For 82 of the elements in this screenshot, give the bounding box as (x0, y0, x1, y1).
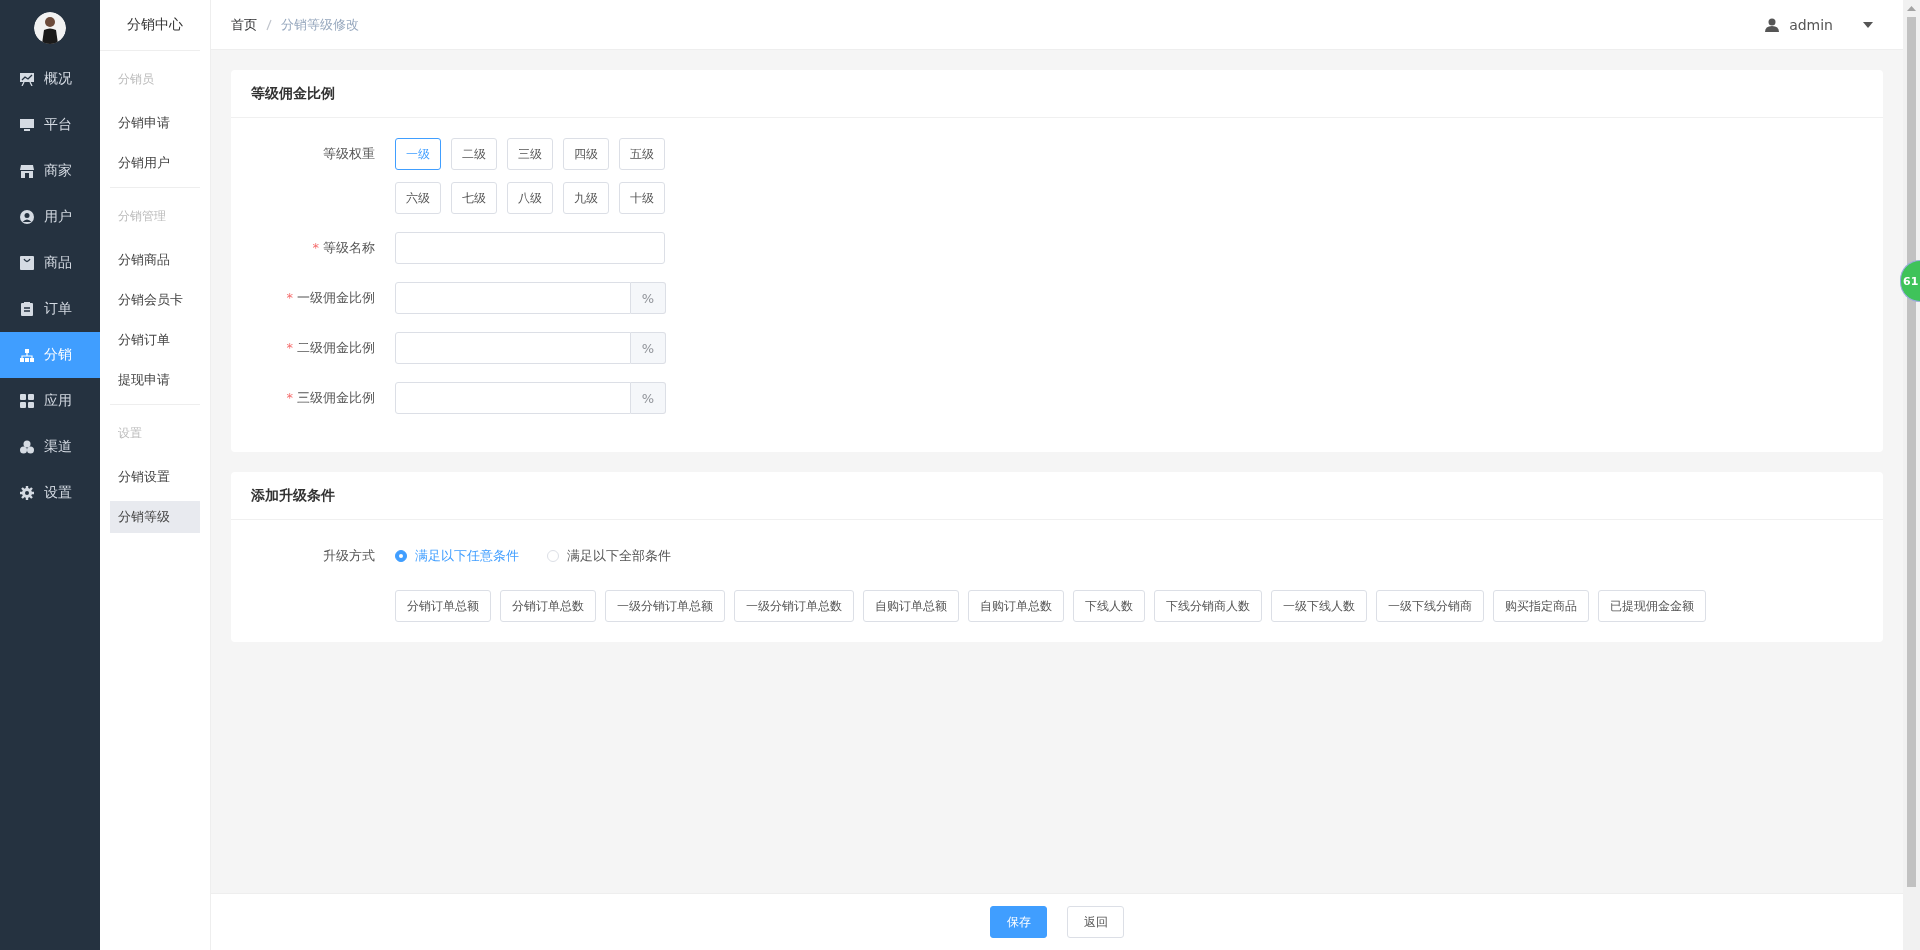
condition-button[interactable]: 分销订单总额 (395, 590, 491, 622)
breadcrumb-separator (266, 18, 272, 31)
condition-button[interactable]: 下线分销商人数 (1154, 590, 1262, 622)
required-mark: * (312, 240, 319, 255)
input-field[interactable] (395, 332, 631, 364)
condition-button[interactable]: 一级下线人数 (1271, 590, 1367, 622)
breadcrumb-item[interactable]: 首页 (231, 15, 257, 34)
submenu-item[interactable]: 分销等级 (110, 501, 200, 533)
form-label: 等级名称 (323, 240, 375, 255)
nav-item[interactable]: 渠道 (0, 424, 100, 470)
unit-suffix: % (631, 382, 666, 414)
group-title: 分销员 (117, 70, 155, 88)
submenu-item[interactable]: 分销订单 (110, 324, 200, 356)
nav-item[interactable]: 平台 (0, 102, 100, 148)
hierarchy-icon (20, 348, 34, 362)
group-title: 设置 (117, 424, 143, 442)
submenu-item[interactable]: 提现申请 (110, 364, 200, 396)
nav-item[interactable]: 商品 (0, 240, 100, 286)
submenu-item[interactable]: 分销商品 (110, 244, 200, 276)
condition-button[interactable]: 自购订单总额 (863, 590, 959, 622)
level-button[interactable]: 三级 (507, 138, 553, 170)
group-title: 分销管理 (117, 207, 167, 225)
clipboard-icon (20, 302, 34, 316)
level-button[interactable]: 五级 (619, 138, 665, 170)
settings-icon (20, 486, 34, 500)
condition-button[interactable]: 一级分销订单总额 (605, 590, 725, 622)
form-label: 三级佣金比例 (297, 390, 375, 405)
back-button[interactable]: 返回 (1067, 906, 1124, 938)
form-label: 升级方式 (322, 547, 376, 565)
level-button[interactable]: 七级 (451, 182, 497, 214)
nav-item[interactable]: 概况 (0, 56, 100, 102)
circles-icon (20, 440, 34, 454)
submenu-item[interactable]: 分销会员卡 (110, 284, 200, 316)
required-mark: * (286, 340, 293, 355)
condition-button[interactable]: 下线人数 (1073, 590, 1145, 622)
submenu-item[interactable]: 分销用户 (110, 147, 200, 179)
scrollbar[interactable] (1903, 0, 1920, 950)
chart-board-icon (20, 72, 34, 86)
nav-item[interactable]: 订单 (0, 286, 100, 332)
unit-suffix: % (631, 282, 666, 314)
form-label: 等级权重 (322, 145, 376, 163)
monitor-icon (20, 118, 34, 132)
card-title: 等级佣金比例 (231, 70, 1883, 118)
condition-button[interactable]: 已提现佣金金额 (1598, 590, 1706, 622)
input-field[interactable] (395, 232, 665, 264)
avatar-icon (34, 12, 66, 44)
nav-item[interactable]: 用户 (0, 194, 100, 240)
nav-item[interactable]: 商家 (0, 148, 100, 194)
bag-icon (20, 256, 34, 270)
submenu-item[interactable]: 分销申请 (110, 107, 200, 139)
form-label: 二级佣金比例 (297, 340, 375, 355)
required-mark: * (286, 290, 293, 305)
condition-button[interactable]: 购买指定商品 (1493, 590, 1589, 622)
input-field[interactable] (395, 382, 631, 414)
condition-button[interactable]: 一级下线分销商 (1376, 590, 1484, 622)
condition-button[interactable]: 一级分销订单总数 (734, 590, 854, 622)
level-button[interactable]: 八级 (507, 182, 553, 214)
nav-item[interactable]: 设置 (0, 470, 100, 516)
radio-option[interactable]: 满足以下全部条件 (547, 547, 671, 565)
input-field[interactable] (395, 282, 631, 314)
condition-button[interactable]: 自购订单总数 (968, 590, 1064, 622)
unit-suffix: % (631, 332, 666, 364)
shop-icon (20, 164, 34, 178)
required-mark: * (286, 390, 293, 405)
user-name[interactable]: admin (1789, 16, 1833, 33)
level-button[interactable]: 二级 (451, 138, 497, 170)
condition-button[interactable]: 分销订单总数 (500, 590, 596, 622)
form-label: 一级佣金比例 (297, 290, 375, 305)
radio-icon[interactable] (395, 550, 407, 562)
nav-item[interactable]: 应用 (0, 378, 100, 424)
level-button[interactable]: 四级 (563, 138, 609, 170)
level-button[interactable]: 六级 (395, 182, 441, 214)
level-button[interactable]: 九级 (563, 182, 609, 214)
card-title: 添加升级条件 (231, 472, 1883, 520)
grid-icon (20, 394, 34, 408)
level-button[interactable]: 十级 (619, 182, 665, 214)
caret-icon (1863, 21, 1873, 28)
user-icon (20, 210, 34, 224)
breadcrumb-item: 分销等级修改 (281, 15, 359, 34)
user-icon (1765, 17, 1780, 32)
submenu-item[interactable]: 分销设置 (110, 461, 200, 493)
submenu-title: 分销中心 (100, 0, 200, 51)
